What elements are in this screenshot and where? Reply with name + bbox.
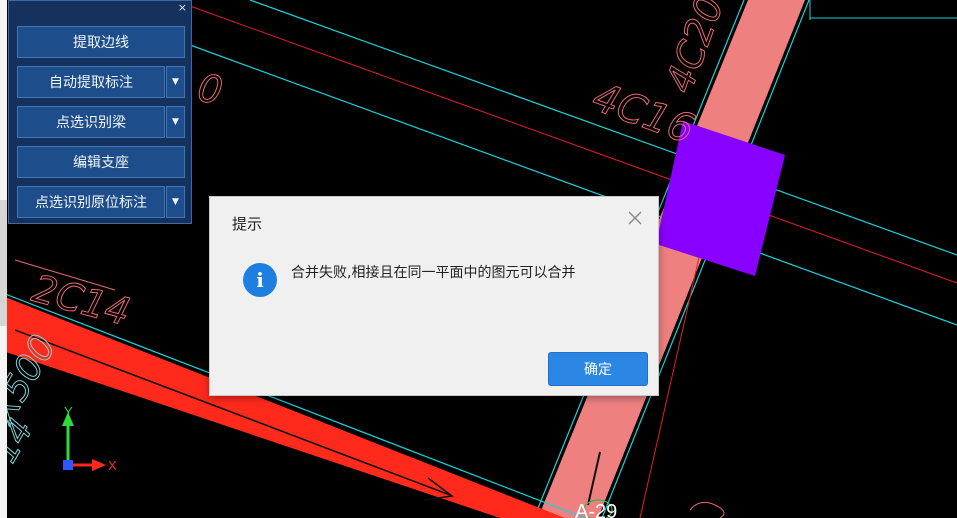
- svg-text:Y: Y: [64, 404, 73, 419]
- edit-support-button[interactable]: 编辑支座: [17, 146, 185, 178]
- close-icon[interactable]: ×: [178, 2, 187, 14]
- svg-text:X: X: [108, 458, 117, 473]
- ucs-icon: Y X: [62, 404, 117, 473]
- message-dialog: 提示 i 合并失败,相接且在同一平面中的图元可以合并 确定: [209, 196, 659, 396]
- close-icon[interactable]: [626, 209, 644, 227]
- ok-button[interactable]: 确定: [548, 352, 648, 386]
- chevron-down-icon[interactable]: ▼: [166, 106, 185, 138]
- pick-identify-in-situ-annotation-button[interactable]: 点选识别原位标注: [17, 186, 165, 218]
- dialog-message: 合并失败,相接且在同一平面中的图元可以合并: [291, 265, 576, 281]
- auto-extract-annotation-button[interactable]: 自动提取标注: [17, 66, 165, 98]
- tool-panel: × 提取边线 自动提取标注 ▼ 点选识别梁 ▼ 编辑支座 点选识别原位标注 ▼: [8, 0, 192, 224]
- side-collapse-tab[interactable]: [0, 200, 7, 326]
- pick-identify-beam-button[interactable]: 点选识别梁: [17, 106, 165, 138]
- dialog-title: 提示: [232, 215, 263, 233]
- axis-label[interactable]: A-29: [575, 501, 617, 518]
- section-annotation[interactable]: 0: [194, 65, 226, 114]
- extract-edge-button[interactable]: 提取边线: [17, 26, 185, 58]
- chevron-down-icon[interactable]: ▼: [166, 186, 185, 218]
- info-icon: i: [243, 263, 277, 297]
- chevron-down-icon[interactable]: ▼: [166, 66, 185, 98]
- partial-annotation-curve: [689, 501, 725, 518]
